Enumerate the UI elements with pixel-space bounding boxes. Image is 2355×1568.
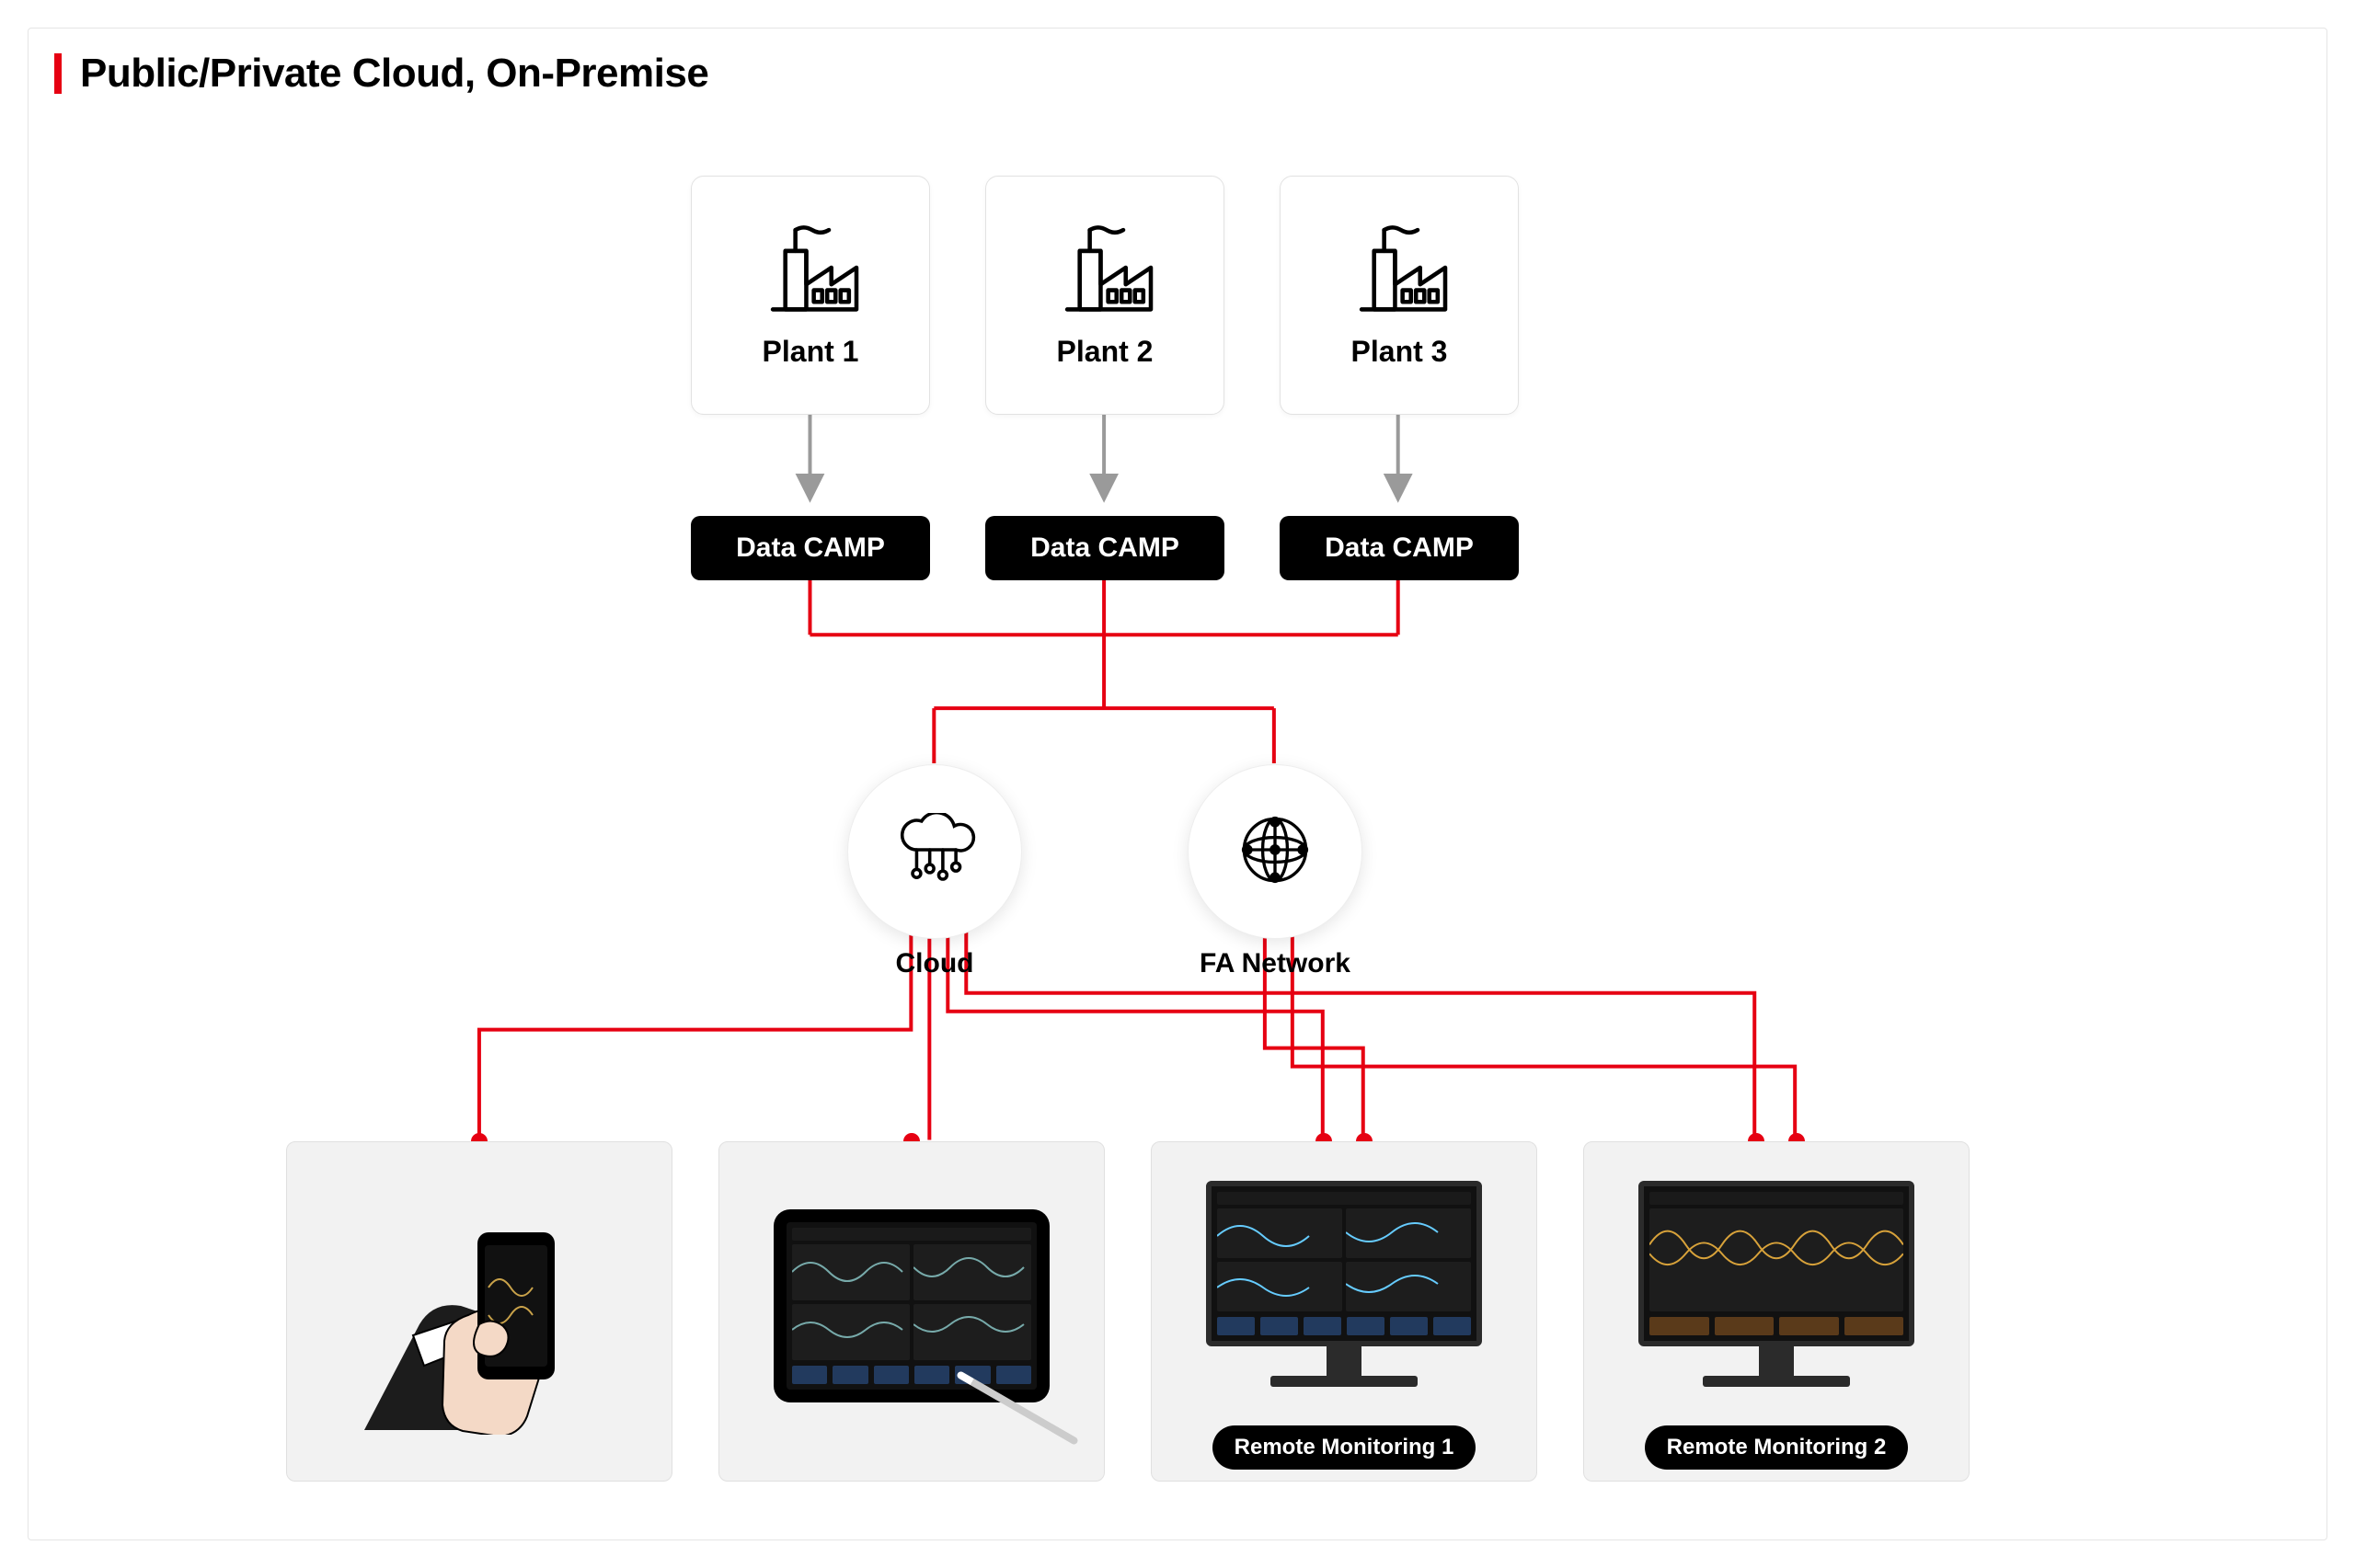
factory-icon [1054, 222, 1155, 318]
network-node-cloud: Cloud [847, 764, 1022, 939]
plant-label: Plant 3 [1351, 335, 1448, 369]
network-label: Cloud [847, 948, 1022, 979]
device-badge: Remote Monitoring 1 [1212, 1425, 1476, 1470]
title-accent-bar [54, 53, 62, 94]
device-tile-monitor-2: Remote Monitoring 2 [1583, 1141, 1970, 1482]
desktop-monitor-icon [1638, 1181, 1914, 1387]
title-row: Public/Private Cloud, On-Premise [29, 29, 2326, 97]
plant-card-3: Plant 3 [1280, 176, 1519, 415]
network-label: FA Network [1188, 948, 1362, 979]
globe-network-icon [1236, 811, 1314, 893]
plant-card-1: Plant 1 [691, 176, 930, 415]
plant-label: Plant 1 [763, 335, 859, 369]
factory-icon [1349, 222, 1450, 318]
data-camp-node: Data CAMP [985, 516, 1224, 580]
plant-card-2: Plant 2 [985, 176, 1224, 415]
hand-phone-icon [360, 1177, 599, 1435]
cloud-network-icon [893, 813, 976, 891]
tablet-icon [774, 1209, 1050, 1402]
device-tile-phone [286, 1141, 672, 1482]
diagram-frame: Public/Private Cloud, On-Premise [28, 28, 2327, 1540]
device-tile-monitor-1: Remote Monitoring 1 [1151, 1141, 1537, 1482]
device-tile-tablet [718, 1141, 1105, 1482]
network-node-fa: FA Network [1188, 764, 1362, 939]
page-title: Public/Private Cloud, On-Premise [80, 51, 708, 97]
data-camp-node: Data CAMP [691, 516, 930, 580]
plant-label: Plant 2 [1057, 335, 1154, 369]
data-camp-node: Data CAMP [1280, 516, 1519, 580]
device-badge: Remote Monitoring 2 [1645, 1425, 1909, 1470]
factory-icon [760, 222, 861, 318]
desktop-monitor-icon [1206, 1181, 1482, 1387]
